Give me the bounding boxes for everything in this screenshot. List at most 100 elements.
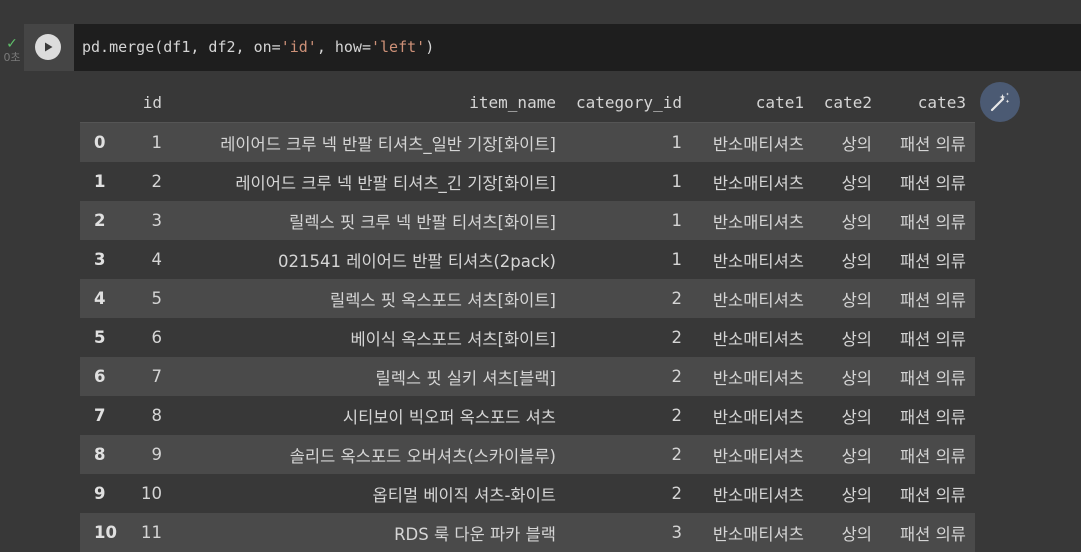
cell-cate2: 상의 [841,290,872,310]
table-row: 8 9 솔리드 옥스포드 오버셔츠(스카이블루) 2 반소매티셔츠 상의 패션 의류 [80,435,975,474]
cell-cate3: 패션 의류 [900,485,966,505]
cell-cate3: 패션 의류 [900,407,966,427]
code-text: ) [425,38,435,56]
table-row: 1 2 레이어드 크루 넥 반팔 티셔츠_긴 기장[화이트] 1 반소매티셔츠 상의 패션 … [80,162,975,201]
table-row: 4 5 릴렉스 핏 옥스포드 셔츠[화이트] 2 반소매티셔츠 상의 패션 의류 [80,279,975,318]
cell-cate3: 패션 의류 [900,329,966,349]
cell-cate2: 상의 [841,485,872,505]
cell-cate3: 패션 의류 [900,524,966,544]
column-header-cate2: cate2 [812,82,881,123]
cell-item-name: 021541 레이어드 반팔 티셔츠(2pack) [278,251,556,271]
code-editor[interactable]: pd.merge(df1, df2, on='id', how='left') [74,24,1081,71]
column-header-cate3: cate3 [880,82,975,123]
cell-category-id: 2 [671,445,682,464]
code-string: 'id' [280,38,317,56]
cell-id: 8 [151,406,162,425]
cell-cate2: 상의 [841,251,872,271]
cell-cate3: 패션 의류 [900,251,966,271]
cell-category-id: 2 [671,484,682,503]
row-index: 10 [94,523,117,542]
cell-cate3: 패션 의류 [900,212,966,232]
dataframe-table: id item_name category_id cate1 cate2 cat… [80,82,975,552]
cell-category-id: 1 [671,172,682,191]
cell-category-id: 2 [671,328,682,347]
cell-cate3: 패션 의류 [900,173,966,193]
cell-id: 2 [151,172,162,191]
cell-cate1: 반소매티셔츠 [712,173,804,193]
cell-cate2: 상의 [841,407,872,427]
cell-cate3: 패션 의류 [900,290,966,310]
play-icon [45,42,53,52]
cell-category-id: 2 [671,289,682,308]
row-index: 1 [94,172,106,191]
table-row: 0 1 레이어드 크루 넥 반팔 티셔츠_일반 기장[화이트] 1 반소매티셔츠 상의 패션… [80,122,975,162]
magic-wand-button[interactable] [980,82,1020,122]
cell-cate1: 반소매티셔츠 [712,290,804,310]
cell-id: 6 [151,328,162,347]
table-row: 5 6 베이식 옥스포드 셔츠[화이트] 2 반소매티셔츠 상의 패션 의류 [80,318,975,357]
column-header-cate1: cate1 [690,82,813,123]
run-cell-button[interactable] [35,34,61,60]
check-icon: ✓ [6,36,18,52]
index-header [80,82,129,123]
cell-item-name: RDS 룩 다운 파카 블랙 [394,524,556,544]
cell-cate1: 반소매티셔츠 [712,212,804,232]
table-row: 6 7 릴렉스 핏 실키 셔츠[블랙] 2 반소매티셔츠 상의 패션 의류 [80,357,975,396]
cell-cate2: 상의 [841,368,872,388]
table-row: 10 11 RDS 룩 다운 파카 블랙 3 반소매티셔츠 상의 패션 의류 [80,513,975,552]
cell-id: 4 [151,250,162,269]
cell-item-name: 릴렉스 핏 실키 셔츠[블랙] [375,368,556,388]
cell-id: 5 [151,289,162,308]
execution-time: 0초 [3,51,21,64]
cell-cate2: 상의 [841,446,872,466]
table-row: 7 8 시티보이 빅오퍼 옥스포드 셔츠 2 반소매티셔츠 상의 패션 의류 [80,396,975,435]
row-index: 4 [94,289,106,308]
cell-category-id: 1 [671,133,682,152]
table-row: 9 10 옵티멀 베이직 셔츠-화이트 2 반소매티셔츠 상의 패션 의류 [80,474,975,513]
cell-category-id: 1 [671,211,682,230]
run-area [24,24,74,71]
cell-item-name: 솔리드 옥스포드 오버셔츠(스카이블루) [289,446,556,466]
cell-item-name: 릴렉스 핏 크루 넥 반팔 티셔츠[화이트] [289,212,556,232]
cell-item-name: 시티보이 빅오퍼 옥스포드 셔츠 [342,407,556,427]
cell-output: id item_name category_id cate1 cate2 cat… [24,71,1081,552]
cell-cate1: 반소매티셔츠 [712,251,804,271]
magic-wand-icon [990,92,1010,112]
cell-cate2: 상의 [841,134,872,154]
code-text: , how= [316,38,371,56]
cell-id: 3 [151,211,162,230]
cell-item-name: 레이어드 크루 넥 반팔 티셔츠_긴 기장[화이트] [235,173,556,193]
cell-cate1: 반소매티셔츠 [712,368,804,388]
cell-id: 10 [140,484,162,503]
table-row: 2 3 릴렉스 핏 크루 넥 반팔 티셔츠[화이트] 1 반소매티셔츠 상의 패션 의류 [80,201,975,240]
cell-cate3: 패션 의류 [900,368,966,388]
cell-cate1: 반소매티셔츠 [712,407,804,427]
row-index: 7 [94,406,106,425]
cell-cate3: 패션 의류 [900,446,966,466]
column-header-id: id [128,82,171,123]
cell-item-name: 레이어드 크루 넥 반팔 티셔츠_일반 기장[화이트] [220,134,556,154]
code-cell: ✓ 0초 pd.merge(df1, df2, on='id', how='le… [0,24,1081,552]
cell-cate1: 반소매티셔츠 [712,485,804,505]
column-header-item-name: item_name [170,82,565,123]
row-index: 6 [94,367,106,386]
cell-cate2: 상의 [841,212,872,232]
cell-gutter: ✓ 0초 [0,24,24,532]
code-text: pd.merge(df1, df2, on= [82,38,281,56]
cell-cate1: 반소매티셔츠 [712,329,804,349]
cell-cate2: 상의 [841,329,872,349]
cell-id: 7 [151,367,162,386]
top-bar [0,0,1081,24]
cell-id: 1 [151,133,162,152]
table-row: 3 4 021541 레이어드 반팔 티셔츠(2pack) 1 반소매티셔츠 상의 패션 의… [80,240,975,279]
cell-cate2: 상의 [841,524,872,544]
header-row: id item_name category_id cate1 cate2 cat… [80,82,975,123]
column-header-category-id: category_id [564,82,691,123]
cell-id: 11 [140,523,162,542]
cell-item-name: 옵티멀 베이직 셔츠-화이트 [372,485,556,505]
row-index: 9 [94,484,106,503]
cell-category-id: 1 [671,250,682,269]
cell-cate1: 반소매티셔츠 [712,134,804,154]
cell-category-id: 2 [671,406,682,425]
cell-cate1: 반소매티셔츠 [712,446,804,466]
